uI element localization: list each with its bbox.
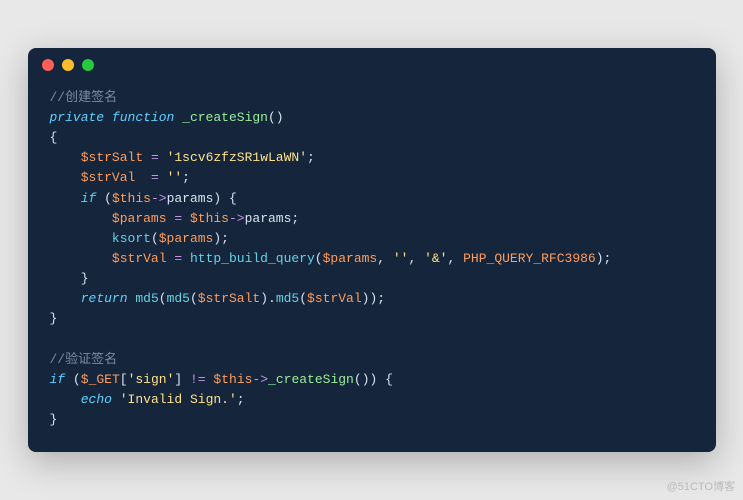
paren: ( [190, 291, 198, 306]
semi: ; [237, 392, 245, 407]
op-arrow: -> [229, 211, 245, 226]
minimize-icon[interactable] [62, 59, 74, 71]
brace: { [229, 191, 237, 206]
op-assign: = [151, 170, 159, 185]
paren: ) [213, 191, 221, 206]
kw-echo: echo [81, 392, 112, 407]
fn-md5: md5 [276, 291, 299, 306]
window-titlebar [28, 48, 716, 82]
paren: ( [315, 251, 323, 266]
code-block: //创建签名 private function _createSign() { … [28, 82, 716, 452]
paren: ( [268, 110, 276, 125]
fn-ksort: ksort [112, 231, 151, 246]
watermark: @51CTO博客 [667, 478, 735, 494]
kw-if: if [81, 191, 97, 206]
prop-params: params [167, 191, 214, 206]
fn-md5: md5 [135, 291, 158, 306]
var-this: $this [112, 191, 151, 206]
paren: ( [159, 291, 167, 306]
fn-createSign: _createSign [268, 372, 354, 387]
zoom-icon[interactable] [82, 59, 94, 71]
paren: ( [151, 231, 159, 246]
comment-create: //创建签名 [50, 90, 118, 105]
brace: } [50, 412, 58, 427]
paren: ( [354, 372, 362, 387]
kw-if: if [50, 372, 66, 387]
str-empty: '' [393, 251, 409, 266]
str-empty: '' [167, 170, 183, 185]
brace: } [50, 311, 58, 326]
var-this: $this [213, 372, 252, 387]
brace: } [81, 271, 89, 286]
semi: ; [221, 231, 229, 246]
semi: ; [182, 170, 190, 185]
comma: , [408, 251, 416, 266]
comma: , [377, 251, 385, 266]
var-get: $_GET [81, 372, 120, 387]
fn-name: _createSign [182, 110, 268, 125]
kw-return: return [81, 291, 128, 306]
var-this: $this [190, 211, 229, 226]
var-params: $params [112, 211, 167, 226]
op-neq: != [190, 372, 206, 387]
kw-function: function [112, 110, 174, 125]
kw-private: private [50, 110, 105, 125]
paren: ( [299, 291, 307, 306]
fn-md5: md5 [167, 291, 190, 306]
paren: ) [370, 372, 378, 387]
var-strVal: $strVal [112, 251, 167, 266]
paren: ( [73, 372, 81, 387]
paren: ) [213, 231, 221, 246]
paren: ) [596, 251, 604, 266]
comma: , [447, 251, 455, 266]
paren: ) [362, 372, 370, 387]
brace: { [385, 372, 393, 387]
dot: . [268, 291, 276, 306]
var-params: $params [159, 231, 214, 246]
op-assign: = [151, 150, 159, 165]
code-window: //创建签名 private function _createSign() { … [28, 48, 716, 452]
fn-httpbq: http_build_query [190, 251, 315, 266]
paren: ) [260, 291, 268, 306]
brace: { [50, 130, 58, 145]
op-assign: = [174, 211, 182, 226]
bracket: ] [174, 372, 182, 387]
comment-verify: //验证签名 [50, 352, 118, 367]
prop-params: params [245, 211, 292, 226]
str-salt: '1scv6zfzSR1wLaWN' [167, 150, 307, 165]
semi: ; [377, 291, 385, 306]
paren: ) [276, 110, 284, 125]
var-strSalt: $strSalt [81, 150, 143, 165]
str-invalid: 'Invalid Sign.' [120, 392, 237, 407]
str-sign: 'sign' [128, 372, 175, 387]
const-rfc: PHP_QUERY_RFC3986 [463, 251, 596, 266]
var-strVal: $strVal [81, 170, 136, 185]
str-amp: '&' [424, 251, 447, 266]
op-arrow: -> [252, 372, 268, 387]
semi: ; [604, 251, 612, 266]
bracket: [ [120, 372, 128, 387]
paren: ( [104, 191, 112, 206]
close-icon[interactable] [42, 59, 54, 71]
semi: ; [307, 150, 315, 165]
op-arrow: -> [151, 191, 167, 206]
var-strSalt: $strSalt [198, 291, 260, 306]
var-strVal: $strVal [307, 291, 362, 306]
var-params: $params [323, 251, 378, 266]
op-assign: = [174, 251, 182, 266]
semi: ; [291, 211, 299, 226]
